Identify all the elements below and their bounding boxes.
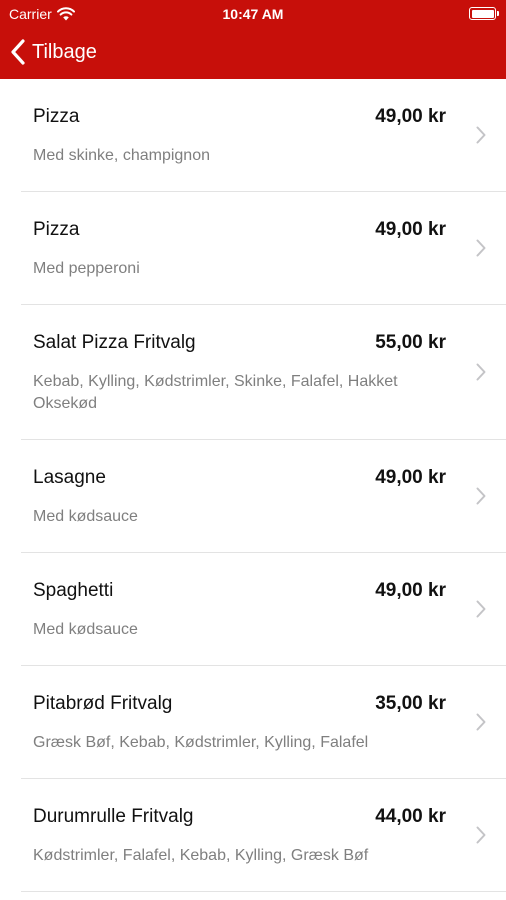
menu-list: Pizza 49,00 kr Med skinke, champignon Pi…: [0, 79, 506, 892]
menu-item-description: Med pepperoni: [33, 260, 140, 277]
menu-item-name: Salat Pizza Fritvalg: [33, 332, 196, 353]
menu-item-price: 49,00 kr: [375, 219, 446, 240]
chevron-right-icon: [476, 713, 486, 731]
nav-header: Carrier 10:47 AM Tilbage: [0, 0, 506, 79]
chevron-right-icon: [476, 363, 486, 381]
menu-item-description: Med skinke, champignon: [33, 147, 210, 164]
menu-item[interactable]: Pizza 49,00 kr Med skinke, champignon: [21, 79, 506, 192]
menu-item[interactable]: Pitabrød Fritvalg 35,00 kr Græsk Bøf, Ke…: [21, 666, 506, 779]
menu-item-price: 49,00 kr: [375, 580, 446, 601]
menu-item-price: 49,00 kr: [375, 106, 446, 127]
menu-item-description: Kødstrimler, Falafel, Kebab, Kylling, Gr…: [33, 847, 369, 864]
menu-item[interactable]: Salat Pizza Fritvalg 55,00 kr Kebab, Kyl…: [21, 305, 506, 440]
menu-item-name: Pizza: [33, 219, 80, 240]
menu-item-name: Pizza: [33, 106, 80, 127]
menu-item-price: 44,00 kr: [375, 806, 446, 827]
menu-item-name: Durumrulle Fritvalg: [33, 806, 194, 827]
chevron-right-icon: [476, 239, 486, 257]
back-button[interactable]: Tilbage: [10, 37, 97, 67]
back-button-label: Tilbage: [32, 40, 97, 63]
menu-item[interactable]: Spaghetti 49,00 kr Med kødsauce: [21, 553, 506, 666]
menu-item[interactable]: Lasagne 49,00 kr Med kødsauce: [21, 440, 506, 553]
menu-item[interactable]: Pizza 49,00 kr Med pepperoni: [21, 192, 506, 305]
chevron-left-icon: [11, 39, 25, 65]
menu-item-price: 35,00 kr: [375, 693, 446, 714]
menu-item-name: Pitabrød Fritvalg: [33, 693, 173, 714]
menu-item-description: Med kødsauce: [33, 508, 138, 525]
menu-item-description: Græsk Bøf, Kebab, Kødstrimler, Kylling, …: [33, 734, 369, 751]
menu-item-price: 49,00 kr: [375, 467, 446, 488]
chevron-right-icon: [476, 600, 486, 618]
menu-item-name: Spaghetti: [33, 580, 114, 601]
menu-item[interactable]: Durumrulle Fritvalg 44,00 kr Kødstrimler…: [21, 779, 506, 892]
menu-item-description: Kebab, Kylling, Kødstrimler, Skinke, Fal…: [33, 373, 398, 412]
menu-item-description: Med kødsauce: [33, 621, 138, 638]
chevron-right-icon: [476, 126, 486, 144]
status-time: 10:47 AM: [222, 6, 284, 22]
chevron-right-icon: [476, 487, 486, 505]
status-bar: Carrier 10:47 AM: [0, 0, 506, 28]
chevron-right-icon: [476, 826, 486, 844]
battery-icon: [469, 7, 499, 20]
menu-item-price: 55,00 kr: [375, 332, 446, 353]
menu-item-name: Lasagne: [33, 467, 106, 488]
